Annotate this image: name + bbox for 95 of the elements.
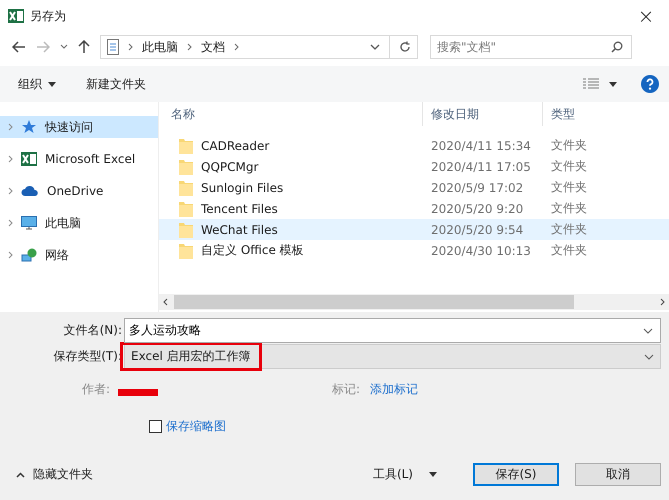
address-bar[interactable]: 此电脑 文档 xyxy=(100,35,418,59)
modified-date: 2020/4/11 15:34 xyxy=(430,138,532,152)
hide-folders-button[interactable]: 隐藏文件夹 xyxy=(10,465,99,484)
file-type: 文件夹 xyxy=(550,200,588,217)
chevron-right-icon xyxy=(8,219,13,227)
help-icon[interactable] xyxy=(641,75,659,93)
sidebar-label: 网络 xyxy=(45,246,69,264)
chevron-right-icon xyxy=(187,43,192,51)
file-row[interactable]: Sunlogin Files 2020/5/9 17:02 文件夹 xyxy=(159,177,669,198)
caret-icon[interactable] xyxy=(609,82,617,86)
breadcrumb-item[interactable]: 此电脑 xyxy=(142,38,178,56)
file-name: CADReader xyxy=(201,138,270,152)
cloud-icon xyxy=(21,185,39,197)
modified-date: 2020/4/11 17:05 xyxy=(430,160,532,174)
file-name: QQPCMgr xyxy=(201,160,258,174)
save-button[interactable]: 保存(S) xyxy=(473,463,559,486)
folder-icon xyxy=(179,158,193,174)
file-row[interactable]: CADReader 2020/4/11 15:34 文件夹 xyxy=(159,135,669,156)
file-type: 文件夹 xyxy=(550,137,588,154)
field-label: 文件名(N): xyxy=(62,322,123,339)
monitor-icon xyxy=(21,215,37,231)
window-title: 另存为 xyxy=(30,8,66,24)
chevron-down-icon xyxy=(643,328,653,334)
breadcrumb-item[interactable]: 文档 xyxy=(201,38,225,56)
excel-icon xyxy=(8,8,24,24)
sidebar-label: OneDrive xyxy=(47,184,104,198)
file-name: WeChat Files xyxy=(201,222,278,236)
sidebar-label: 快速访问 xyxy=(45,118,93,136)
new-folder-button[interactable]: 新建文件夹 xyxy=(76,72,156,96)
modified-date: 2020/4/30 10:13 xyxy=(430,244,532,258)
horizontal-scrollbar[interactable] xyxy=(159,294,669,310)
folder-icon xyxy=(179,222,193,238)
column-header[interactable]: 名称 xyxy=(159,102,423,126)
network-icon xyxy=(21,247,37,263)
chevron-right-icon xyxy=(234,43,239,51)
sidebar-label: Microsoft Excel xyxy=(45,152,136,166)
file-row[interactable]: QQPCMgr 2020/4/11 17:05 文件夹 xyxy=(159,156,669,177)
checkbox-label[interactable]: 保存缩略图 xyxy=(166,418,226,435)
chevron-down-icon[interactable] xyxy=(370,44,380,50)
sidebar-item[interactable]: OneDrive xyxy=(0,180,158,202)
sidebar-item[interactable]: 此电脑 xyxy=(0,212,158,234)
document-icon xyxy=(107,39,119,55)
chevron-right-icon xyxy=(8,123,13,131)
file-row[interactable]: 自定义 Office 模板 2020/4/30 10:13 文件夹 xyxy=(159,240,669,261)
star-icon xyxy=(21,119,37,135)
checkbox[interactable] xyxy=(149,420,162,433)
file-row[interactable]: WeChat Files 2020/5/20 9:54 文件夹 xyxy=(159,219,669,240)
search-icon xyxy=(611,41,623,53)
file-name: 自定义 Office 模板 xyxy=(201,242,304,259)
chevron-right-icon xyxy=(128,43,133,51)
up-arrow-icon[interactable] xyxy=(78,40,90,54)
chevron-right-icon xyxy=(8,187,13,195)
author-label: 作者: xyxy=(82,380,110,398)
folder-icon xyxy=(179,200,193,216)
file-name: Tencent Files xyxy=(201,202,278,216)
file-type: 文件夹 xyxy=(550,221,588,238)
refresh-icon[interactable] xyxy=(399,41,411,53)
chevron-up-icon xyxy=(16,472,25,478)
chevron-down-icon xyxy=(644,354,654,360)
sidebar-label: 此电脑 xyxy=(45,214,81,232)
file-row[interactable]: Tencent Files 2020/5/20 9:20 文件夹 xyxy=(159,198,669,219)
column-header[interactable]: 修改日期 xyxy=(423,102,543,126)
add-tags-link[interactable]: 添加标记 xyxy=(370,380,418,398)
folder-icon xyxy=(179,138,193,154)
organize-menu-button[interactable]: 组织 xyxy=(8,72,66,96)
chevron-right-icon xyxy=(8,251,13,259)
search-field[interactable]: 搜索"文档" xyxy=(430,35,632,59)
file-type: 文件夹 xyxy=(550,179,588,196)
cancel-button[interactable]: 取消 xyxy=(575,463,661,486)
file-type: 文件夹 xyxy=(550,158,588,175)
sidebar-item[interactable]: Microsoft Excel xyxy=(0,148,158,170)
chevron-left-icon[interactable] xyxy=(163,298,168,306)
sidebar-item[interactable]: 快速访问 xyxy=(0,116,158,138)
back-arrow-icon[interactable] xyxy=(12,41,26,53)
view-options-icon[interactable] xyxy=(583,78,599,90)
file-type: 文件夹 xyxy=(550,242,588,259)
file-name: Sunlogin Files xyxy=(201,180,284,194)
chevron-down-icon[interactable] xyxy=(60,44,68,50)
column-header[interactable]: 类型 xyxy=(543,102,669,126)
folder-icon xyxy=(179,180,193,196)
close-button[interactable]: × xyxy=(623,0,669,32)
tools-menu-button[interactable]: 工具(L) xyxy=(366,465,443,484)
chevron-right-icon[interactable] xyxy=(660,298,665,306)
modified-date: 2020/5/9 17:02 xyxy=(430,180,524,194)
field-label: 保存类型(T): xyxy=(52,348,123,365)
modified-date: 2020/5/20 9:54 xyxy=(430,222,524,236)
caret-icon xyxy=(48,82,56,86)
excel-icon xyxy=(21,151,37,167)
folder-icon xyxy=(179,242,193,258)
caret-icon xyxy=(429,472,437,477)
tags-label: 标记: xyxy=(332,380,360,398)
chevron-right-icon xyxy=(8,155,13,163)
filename-field[interactable]: 多人运动攻略 xyxy=(124,318,661,343)
sidebar-item[interactable]: 网络 xyxy=(0,244,158,266)
modified-date: 2020/5/20 9:20 xyxy=(430,202,524,216)
